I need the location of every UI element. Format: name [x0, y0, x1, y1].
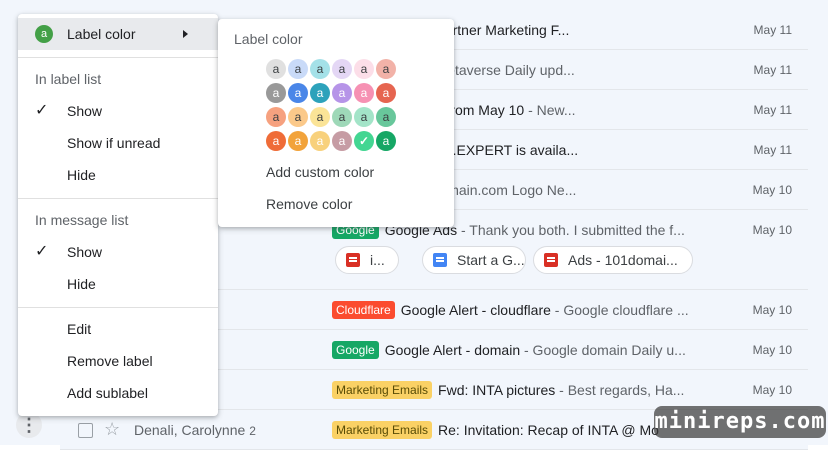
attachment-chip[interactable]: i...	[335, 246, 399, 274]
menu-item-add-sublabel[interactable]: Add sublabel	[18, 377, 218, 409]
watermark: minireps.com	[654, 406, 826, 438]
color-swatch[interactable]: a	[376, 107, 396, 127]
label-color-dot-icon: a	[35, 25, 53, 43]
subject-text: Google Alert - cloudflare	[400, 302, 551, 318]
email-subject: Marketing Emails Fwd: INTA pictures - Bes…	[332, 370, 702, 410]
star-icon[interactable]: ☆	[104, 419, 120, 439]
color-swatch[interactable]: a	[376, 83, 396, 103]
menu-item-label: Add sublabel	[67, 385, 148, 401]
doc-icon	[433, 253, 447, 267]
menu-item-hide[interactable]: Hide	[18, 159, 218, 191]
color-swatch[interactable]: a	[376, 131, 396, 151]
section-heading-in-message-list: In message list	[18, 204, 218, 236]
email-date: May 10	[752, 303, 792, 317]
image-icon	[544, 253, 558, 267]
color-swatch-selected[interactable]: ✓	[354, 131, 374, 151]
divider	[18, 57, 218, 58]
email-date: May 10	[752, 183, 792, 197]
email-date: May 10	[752, 383, 792, 397]
divider	[18, 307, 218, 308]
menu-item-label-color[interactable]: a Label color	[18, 18, 218, 50]
email-date: May 11	[753, 63, 792, 77]
attachment-label: i...	[370, 252, 385, 268]
snippet-text: - Google cloudflare ...	[550, 302, 689, 318]
section-heading-label: In message list	[35, 212, 129, 228]
snippet-text: - Best regards, Ha...	[555, 382, 685, 398]
email-subject: Google Google Alert - domain - Google dom…	[332, 330, 702, 370]
label-tag[interactable]: Cloudflare	[332, 301, 395, 319]
color-swatch[interactable]: a	[332, 59, 352, 79]
remove-color-button[interactable]: Remove color	[266, 196, 352, 212]
subject-text: Re: Invitation: Recap of INTA @ Mo	[438, 422, 659, 438]
label-tag[interactable]: Marketing Emails	[332, 421, 433, 439]
menu-item-label: Label color	[67, 26, 136, 42]
add-custom-color-button[interactable]: Add custom color	[266, 164, 374, 180]
color-swatch[interactable]: a	[310, 131, 330, 151]
color-swatch[interactable]: a	[332, 131, 352, 151]
divider	[18, 198, 218, 199]
menu-item-label: Show if unread	[67, 135, 161, 151]
label-context-menu: a Label color In label list ✓ Show Show …	[18, 14, 218, 416]
subject-text: Fwd: INTA pictures	[438, 382, 556, 398]
attachment-label: Ads - 101domai...	[568, 252, 678, 268]
section-heading-label: In label list	[35, 71, 102, 87]
color-swatch[interactable]: a	[310, 107, 330, 127]
menu-item-remove-label[interactable]: Remove label	[18, 345, 218, 377]
email-date: May 11	[753, 23, 792, 37]
row-checkbox[interactable]	[78, 423, 93, 438]
menu-item-show-if-unread[interactable]: Show if unread	[18, 127, 218, 159]
color-swatch[interactable]: a	[310, 83, 330, 103]
menu-item-hide-message-list[interactable]: Hide	[18, 268, 218, 300]
email-subject: Marketing Emails Re: Invitation: Recap of…	[332, 410, 702, 450]
email-date: May 10	[752, 223, 792, 237]
section-heading-in-label-list: In label list	[18, 63, 218, 95]
image-icon	[346, 253, 360, 267]
menu-item-label: Hide	[67, 167, 96, 183]
label-tag[interactable]: Marketing Emails	[332, 381, 433, 399]
email-date: May 11	[753, 143, 792, 157]
submenu-title: Label color	[234, 31, 303, 47]
color-swatch[interactable]: a	[354, 107, 374, 127]
color-swatch[interactable]: a	[310, 59, 330, 79]
color-swatch[interactable]: a	[288, 83, 308, 103]
snippet-text: - New...	[524, 102, 576, 118]
menu-item-label: Remove label	[67, 353, 153, 369]
color-swatch[interactable]: a	[288, 107, 308, 127]
snippet-text: - Thank you both. I submitted the f...	[457, 222, 685, 238]
email-date: May 10	[752, 343, 792, 357]
chevron-right-icon	[183, 30, 188, 38]
label-color-submenu: Label color Add custom color Remove colo…	[218, 19, 454, 227]
thread-count: 2	[249, 424, 256, 438]
snippet-text: - Google domain Daily u...	[520, 342, 686, 358]
color-swatch[interactable]: a	[288, 131, 308, 151]
color-swatch[interactable]: a	[266, 83, 286, 103]
email-date: May 11	[753, 103, 792, 117]
menu-item-edit[interactable]: Edit	[18, 313, 218, 345]
menu-item-label: Hide	[67, 276, 96, 292]
subject-text: Google Alert - domain	[384, 342, 521, 358]
color-swatch[interactable]: a	[376, 59, 396, 79]
color-swatch[interactable]: a	[266, 107, 286, 127]
color-swatch[interactable]: a	[354, 59, 374, 79]
checkmark-icon: ✓	[35, 243, 49, 260]
color-swatch[interactable]: a	[288, 59, 308, 79]
label-tag[interactable]: Google	[332, 341, 379, 359]
email-subject: Cloudflare Google Alert - cloudflare - Go…	[332, 290, 702, 330]
attachment-label: Start a G...	[457, 252, 525, 268]
color-swatch[interactable]: a	[354, 83, 374, 103]
menu-item-show[interactable]: ✓ Show	[18, 95, 218, 127]
attachment-chip[interactable]: Ads - 101domai...	[533, 246, 693, 274]
menu-item-label: Edit	[67, 321, 92, 337]
color-swatch[interactable]: a	[332, 83, 352, 103]
attachment-chip[interactable]: Start a G...	[422, 246, 526, 274]
color-swatch[interactable]: a	[266, 59, 286, 79]
checkmark-icon: ✓	[35, 102, 49, 119]
menu-item-label: Show	[67, 103, 103, 119]
color-swatch[interactable]: a	[332, 107, 352, 127]
menu-item-label: Show	[67, 244, 103, 260]
color-swatch[interactable]: a	[266, 131, 286, 151]
menu-item-show-message-list[interactable]: ✓ Show	[18, 236, 218, 268]
